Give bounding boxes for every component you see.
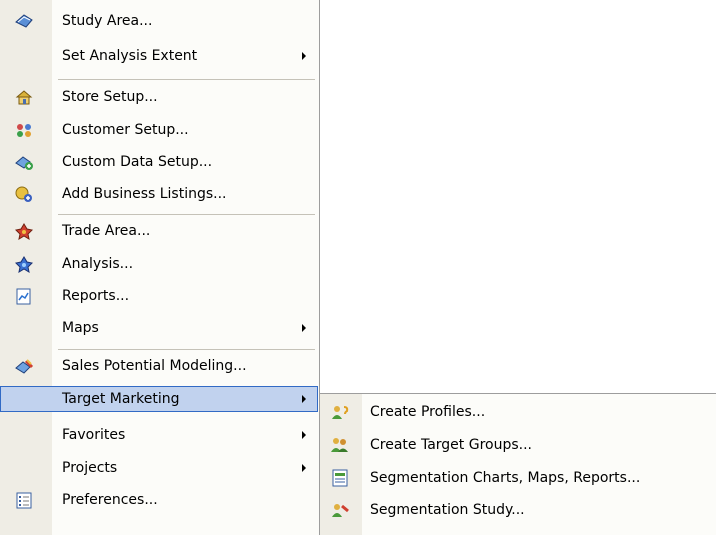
menu-separator (58, 214, 315, 215)
menu-item-label: Analysis... (62, 256, 134, 272)
menu-separator (58, 349, 315, 350)
submenu-item-label: Segmentation Charts, Maps, Reports... (370, 470, 641, 486)
submenu-item-segmentation-study[interactable]: Segmentation Study... (320, 497, 714, 523)
menu-item-label: Reports... (62, 288, 130, 304)
menu-item-maps[interactable]: Maps (0, 315, 318, 341)
menu-item-customer-setup[interactable]: Customer Setup... (0, 117, 318, 143)
segmentation-study-icon (330, 501, 350, 519)
menu-item-label: Store Setup... (62, 89, 158, 105)
menu-item-label: Target Marketing (62, 391, 180, 407)
menu-item-label: Favorites (62, 427, 126, 443)
submenu-item-label: Create Profiles... (370, 404, 486, 420)
submenu-item-label: Segmentation Study... (370, 502, 525, 518)
submenu-item-create-profiles[interactable]: Create Profiles... (320, 399, 714, 425)
menu-item-custom-data-setup[interactable]: Custom Data Setup... (0, 149, 318, 175)
menu-item-label: Maps (62, 320, 99, 336)
menu-item-label: Set Analysis Extent (62, 48, 198, 64)
menu-item-label: Trade Area... (62, 223, 151, 239)
menu-item-favorites[interactable]: Favorites (0, 422, 318, 448)
menu-item-store-setup[interactable]: Store Setup... (0, 84, 318, 110)
add-business-icon (14, 185, 34, 203)
menu-item-reports[interactable]: Reports... (0, 283, 318, 309)
menu-item-label: Custom Data Setup... (62, 154, 213, 170)
submenu-arrow-icon (302, 431, 306, 439)
main-menu: Study Area... Set Analysis Extent Store … (0, 0, 320, 535)
sales-potential-icon (14, 357, 34, 375)
preferences-icon (14, 491, 34, 509)
submenu-arrow-icon (302, 395, 306, 403)
study-area-icon (14, 12, 34, 30)
menu-item-label: Add Business Listings... (62, 186, 227, 202)
customer-setup-icon (14, 121, 34, 139)
target-groups-icon (330, 436, 350, 454)
submenu-arrow-icon (302, 464, 306, 472)
menu-item-set-analysis-extent[interactable]: Set Analysis Extent (0, 43, 318, 69)
menu-item-target-marketing[interactable]: Target Marketing (0, 386, 318, 412)
menu-item-analysis[interactable]: Analysis... (0, 251, 318, 277)
reports-icon (14, 287, 34, 305)
store-setup-icon (14, 88, 34, 106)
submenu-arrow-icon (302, 324, 306, 332)
menu-item-trade-area[interactable]: Trade Area... (0, 218, 318, 244)
menu-item-label: Preferences... (62, 492, 158, 508)
submenu-arrow-icon (302, 52, 306, 60)
menu-item-preferences[interactable]: Preferences... (0, 487, 318, 513)
analysis-icon (14, 255, 34, 274)
menu-item-study-area[interactable]: Study Area... (0, 8, 318, 34)
menu-separator (58, 79, 315, 80)
segmentation-charts-icon (330, 469, 350, 487)
submenu-item-label: Create Target Groups... (370, 437, 532, 453)
target-marketing-submenu: Create Profiles... Create Target Groups.… (320, 393, 716, 535)
menu-item-projects[interactable]: Projects (0, 455, 318, 481)
menu-item-add-business-listings[interactable]: Add Business Listings... (0, 181, 318, 207)
menu-item-label: Sales Potential Modeling... (62, 358, 247, 374)
menu-item-sales-potential-modeling[interactable]: Sales Potential Modeling... (0, 353, 318, 379)
custom-data-icon (14, 153, 34, 171)
submenu-item-segmentation-charts[interactable]: Segmentation Charts, Maps, Reports... (320, 465, 714, 491)
menu-item-label: Projects (62, 460, 118, 476)
menu-item-label: Study Area... (62, 13, 153, 29)
create-profiles-icon (330, 403, 350, 421)
trade-area-icon (14, 222, 34, 241)
menu-item-label: Customer Setup... (62, 122, 189, 138)
submenu-item-create-target-groups[interactable]: Create Target Groups... (320, 432, 714, 458)
